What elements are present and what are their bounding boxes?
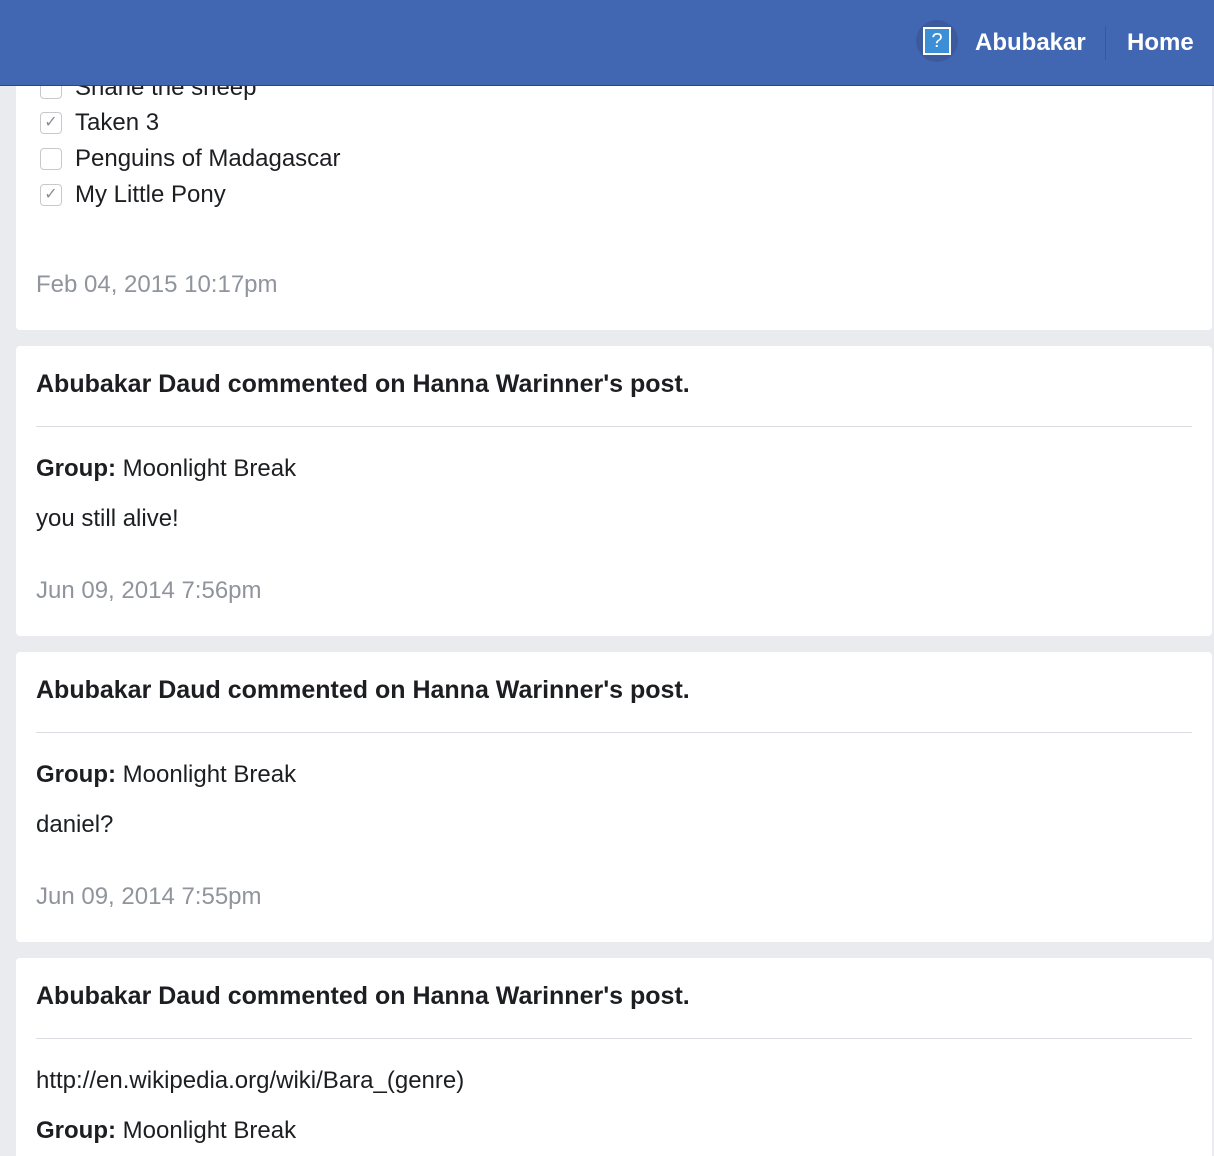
group-name[interactable]: Moonlight Break <box>123 1117 296 1144</box>
activity-card: Abubakar Daud commented on Hanna Warinne… <box>16 652 1212 942</box>
group-line: Group: Moonlight Break <box>36 1116 296 1146</box>
poll-option-label: Taken 3 <box>75 109 160 136</box>
post-timestamp[interactable]: Jun 09, 2014 7:56pm <box>36 576 262 606</box>
checkbox-checked[interactable]: ✓ <box>40 112 62 134</box>
checkmark-icon: ✓ <box>44 114 58 131</box>
poll-option-label: My Little Pony <box>75 181 226 208</box>
activity-title[interactable]: Abubakar Daud commented on Hanna Warinne… <box>36 369 690 399</box>
home-link[interactable]: Home <box>1127 28 1194 58</box>
poll-option-label: Penguins of Madagascar <box>75 145 341 172</box>
group-line: Group: Moonlight Break <box>36 760 296 790</box>
activity-card: Abubakar Daud commented on Hanna Warinne… <box>16 958 1212 1156</box>
page: ? Abubakar Home Shane the sheep ✓ Taken … <box>0 0 1214 1156</box>
divider <box>36 1038 1192 1039</box>
checkbox-checked[interactable]: ✓ <box>40 184 62 206</box>
poll-option[interactable]: Penguins of Madagascar <box>40 144 341 174</box>
activity-title[interactable]: Abubakar Daud commented on Hanna Warinne… <box>36 981 690 1011</box>
group-name[interactable]: Moonlight Break <box>123 455 296 482</box>
group-line: Group: Moonlight Break <box>36 454 296 484</box>
group-label: Group: <box>36 455 116 482</box>
post-timestamp[interactable]: Jun 09, 2014 7:55pm <box>36 882 262 912</box>
question-mark-icon: ? <box>923 27 951 55</box>
divider <box>36 732 1192 733</box>
checkbox[interactable] <box>40 148 62 170</box>
avatar[interactable]: ? <box>916 20 958 62</box>
activity-title[interactable]: Abubakar Daud commented on Hanna Warinne… <box>36 675 690 705</box>
activity-card: Abubakar Daud commented on Hanna Warinne… <box>16 346 1212 636</box>
comment-text: daniel? <box>36 811 114 838</box>
comment-text: you still alive! <box>36 505 179 532</box>
profile-link[interactable]: Abubakar <box>975 28 1086 58</box>
group-label: Group: <box>36 761 116 788</box>
comment-link[interactable]: http://en.wikipedia.org/wiki/Bara_(genre… <box>36 1066 464 1096</box>
divider <box>36 426 1192 427</box>
nav-divider <box>1105 26 1106 60</box>
poll-option[interactable]: ✓ Taken 3 <box>40 108 159 138</box>
group-name[interactable]: Moonlight Break <box>123 761 296 788</box>
top-navigation-bar: ? Abubakar Home <box>0 0 1214 86</box>
group-label: Group: <box>36 1117 116 1144</box>
poll-option[interactable]: ✓ My Little Pony <box>40 180 226 210</box>
post-timestamp[interactable]: Feb 04, 2015 10:17pm <box>36 270 278 300</box>
checkmark-icon: ✓ <box>44 186 58 203</box>
